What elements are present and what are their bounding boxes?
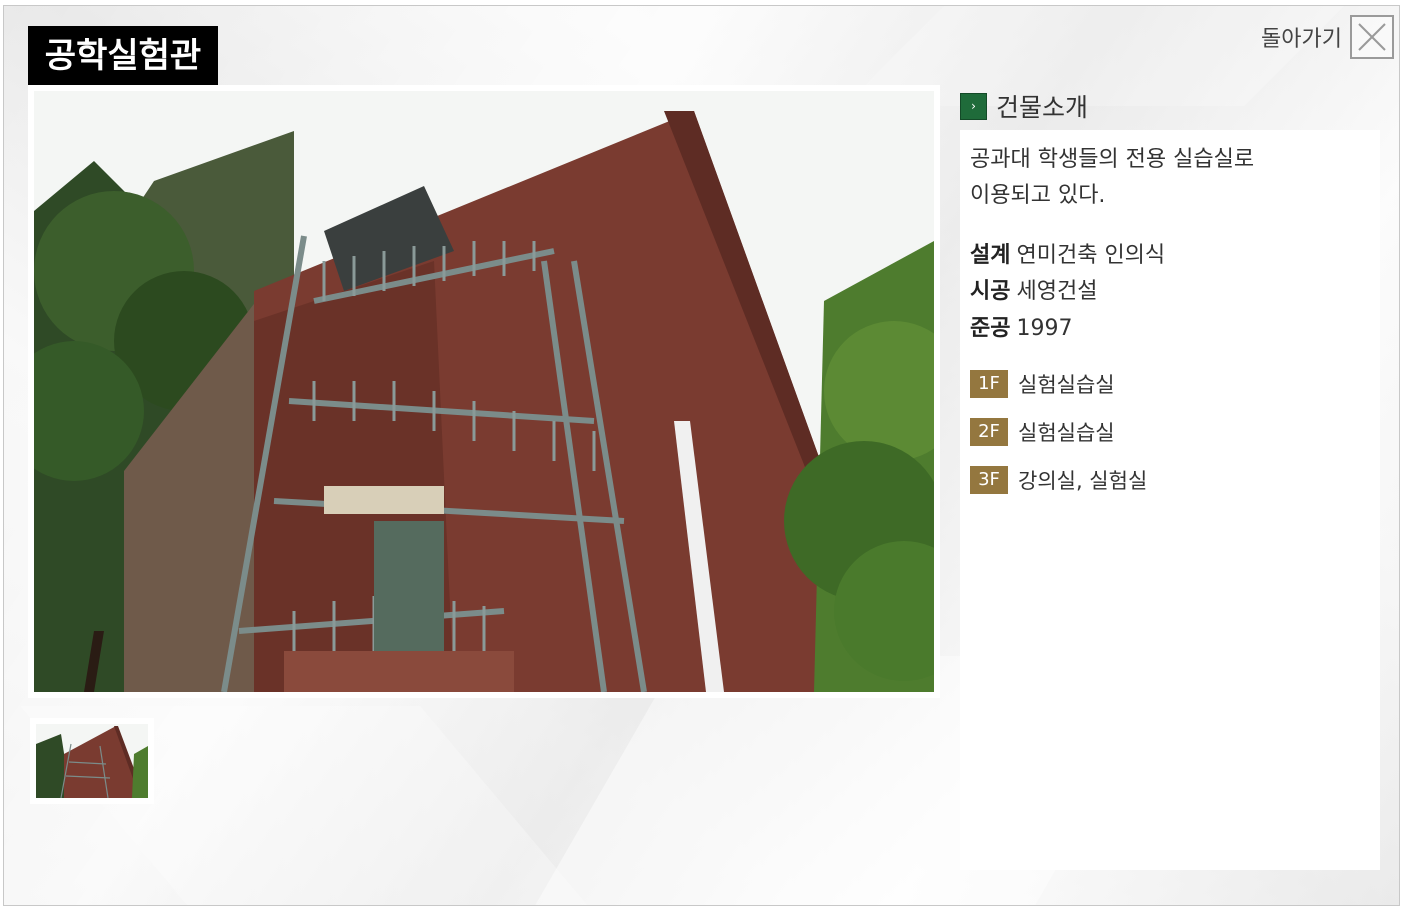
floor-use: 실험실습실	[1018, 373, 1115, 397]
floor-badge: 1F	[970, 370, 1008, 398]
floor-use: 실험실습실	[1018, 421, 1115, 445]
spec-construction: 시공 세영건설	[970, 273, 1097, 305]
floor-row: 3F 강의실, 실험실	[970, 465, 1147, 495]
floor-badge: 3F	[970, 466, 1008, 494]
spec-label: 시공	[970, 279, 1011, 304]
page-title: 공학실험관	[28, 26, 218, 86]
floor-badge: 2F	[970, 418, 1008, 446]
main-photo-frame	[28, 85, 940, 698]
floor-row: 1F 실험실습실	[970, 369, 1115, 399]
building-thumbnail	[36, 724, 148, 798]
section-header: › 건물소개	[960, 88, 1088, 124]
description-line: 이용되고 있다.	[970, 183, 1106, 208]
section-title: 건물소개	[996, 93, 1089, 122]
spec-value: 세영건설	[1016, 279, 1098, 304]
chevron-right-icon: ›	[960, 92, 987, 120]
back-control[interactable]: 돌아가기	[1261, 15, 1394, 59]
description-line: 공과대 학생들의 전용 실습실로	[970, 147, 1255, 172]
spec-value: 연미건축 인의식	[1016, 243, 1166, 268]
building-description: 공과대 학생들의 전용 실습실로 이용되고 있다.	[970, 142, 1360, 214]
thumbnail-item[interactable]	[30, 718, 154, 804]
close-button[interactable]	[1350, 15, 1394, 59]
spec-design: 설계 연미건축 인의식	[970, 237, 1165, 269]
info-panel: 공과대 학생들의 전용 실습실로 이용되고 있다. 설계 연미건축 인의식 시공 세…	[960, 130, 1380, 870]
spec-label: 준공	[970, 316, 1011, 341]
spec-label: 설계	[970, 243, 1011, 268]
close-icon	[1358, 23, 1386, 51]
spec-completion: 준공 1997	[970, 310, 1072, 342]
building-photo	[34, 91, 934, 692]
back-label[interactable]: 돌아가기	[1261, 21, 1342, 53]
floor-use: 강의실, 실험실	[1018, 469, 1148, 493]
floor-row: 2F 실험실습실	[970, 417, 1115, 447]
spec-value: 1997	[1016, 316, 1073, 341]
